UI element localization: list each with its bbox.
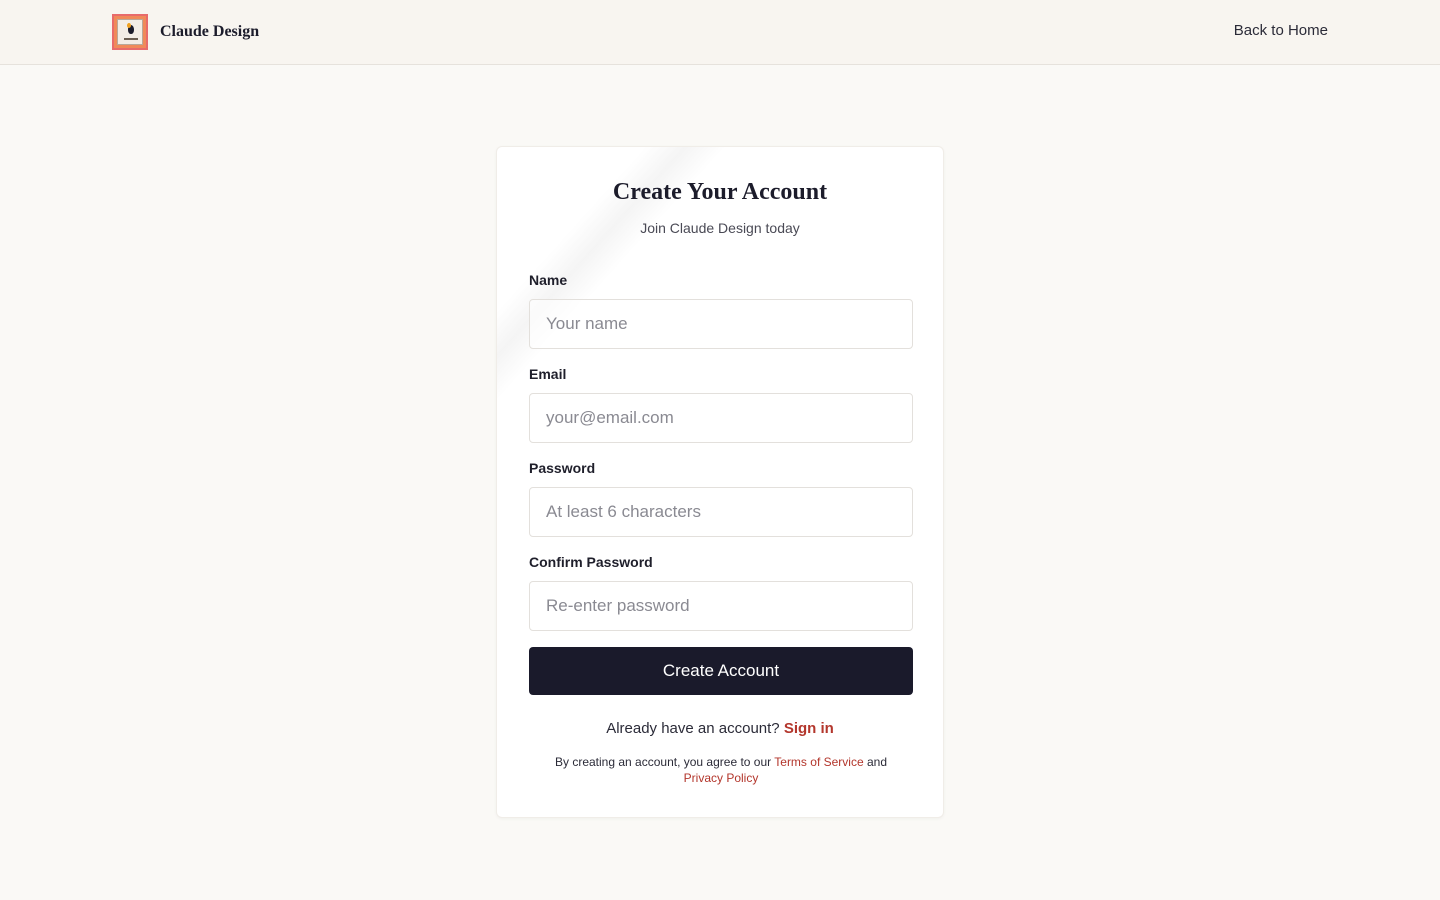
top-navigation-bar: Claude Design Back to Home: [0, 0, 1440, 65]
legal-prefix: By creating an account, you agree to our: [555, 755, 772, 769]
confirm-password-input[interactable]: [529, 581, 913, 631]
signup-card: Create Your Account Join Claude Design t…: [496, 146, 944, 818]
email-label: Email: [529, 366, 567, 382]
name-label: Name: [529, 272, 568, 288]
name-input[interactable]: [529, 299, 913, 349]
signin-row: Already have an account? Sign in: [497, 720, 943, 737]
signin-prompt: Already have an account?: [606, 720, 780, 737]
terms-of-service-link[interactable]: Terms of Service: [774, 755, 863, 769]
back-to-home-link[interactable]: Back to Home: [1234, 22, 1328, 39]
legal-notice: By creating an account, you agree to our…: [545, 754, 897, 786]
legal-and: and: [866, 755, 887, 769]
signin-link[interactable]: Sign in: [784, 720, 834, 737]
password-input[interactable]: [529, 487, 913, 537]
email-input[interactable]: [529, 393, 913, 443]
password-label: Password: [529, 460, 596, 476]
page-title: Create Your Account: [612, 179, 828, 205]
brand[interactable]: Claude Design: [112, 14, 259, 50]
page-subtitle: Join Claude Design today: [640, 220, 800, 236]
brand-name: Claude Design: [160, 23, 260, 40]
privacy-policy-link[interactable]: Privacy Policy: [684, 771, 759, 785]
confirm-password-label: Confirm Password: [529, 554, 653, 570]
brand-logo-icon: [112, 14, 148, 50]
create-account-button[interactable]: Create Account: [529, 647, 913, 695]
